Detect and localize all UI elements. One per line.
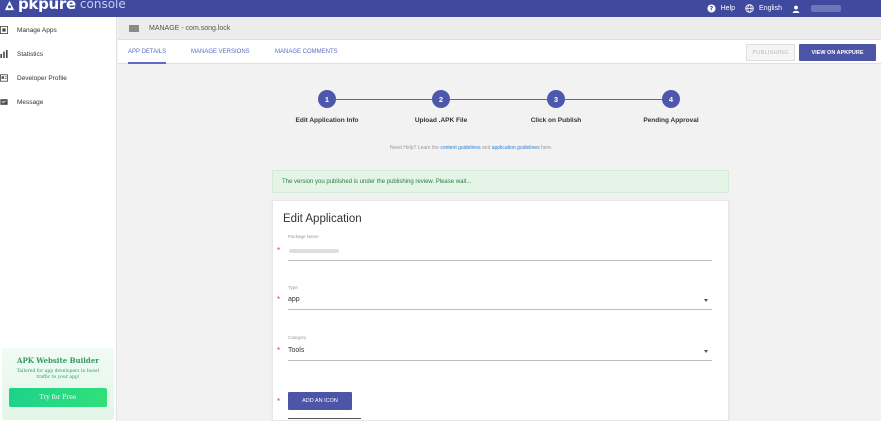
tab-manage-comments[interactable]: MANAGE COMMENTS	[275, 40, 338, 64]
help-suffix: here.	[539, 145, 553, 151]
required-marker: *	[277, 295, 281, 304]
profile-card-icon	[0, 74, 8, 82]
sidebar-item-label: Statistics	[17, 50, 44, 58]
user-name-redacted	[811, 5, 841, 12]
top-bar: pkpure console ? Help English	[0, 0, 881, 17]
app-icon-placeholder	[129, 24, 139, 32]
step-2-circle: 2	[432, 90, 450, 108]
user-icon	[792, 5, 800, 13]
application-guidelines-link[interactable]: application guidelines	[492, 145, 540, 151]
sidebar-item-manage-apps[interactable]: Manage Apps	[0, 18, 116, 42]
type-label: Type	[288, 285, 298, 290]
top-right-menu: ? Help English	[697, 0, 841, 17]
help-label: Help	[720, 5, 736, 12]
sidebar-item-label: Manage Apps	[17, 26, 57, 34]
sidebar-item-label: Message	[17, 98, 44, 106]
icon-field-underline	[288, 418, 361, 419]
logo-suffix: console	[79, 0, 126, 11]
help-mid: and	[480, 145, 492, 151]
chevron-down-icon[interactable]	[704, 299, 708, 302]
stepper-connector	[565, 99, 662, 100]
package-name-field[interactable]	[288, 260, 712, 261]
required-marker: *	[277, 346, 281, 355]
sidebar-item-message[interactable]: Message	[0, 90, 116, 114]
category-select-value[interactable]: Tools	[288, 347, 304, 354]
sidebar-item-label: Developer Profile	[17, 74, 67, 82]
step-4-label: Pending Approval	[643, 117, 699, 124]
sidebar-item-developer-profile[interactable]: Developer Profile	[0, 66, 116, 90]
step-3-label: Click on Publish	[530, 117, 582, 124]
content-guidelines-link[interactable]: content guidelines	[440, 145, 480, 151]
add-icon-button[interactable]: ADD AN ICON	[288, 392, 352, 410]
help-link[interactable]: ? Help	[707, 4, 735, 13]
stepper-connector	[336, 99, 432, 100]
user-menu[interactable]	[792, 5, 841, 13]
form-title: Edit Application	[283, 213, 362, 225]
tab-app-details[interactable]: APP DETAILS	[128, 40, 167, 64]
required-marker: *	[277, 397, 281, 406]
stepper-connector	[450, 99, 547, 100]
step-4-circle: 4	[662, 90, 680, 108]
website-builder-promo: APK Website Builder Tailored for app dev…	[2, 348, 114, 420]
help-text: Need Help? Learn the content guidelines …	[390, 145, 552, 151]
publishing-review-notice: The version you published is under the p…	[272, 170, 729, 193]
step-2-label: Upload .APK File	[414, 117, 468, 124]
logo[interactable]: pkpure console	[4, 0, 126, 13]
globe-icon	[745, 4, 754, 13]
category-select[interactable]	[288, 360, 712, 361]
manage-header: MANAGE - com.song.lock	[118, 17, 881, 40]
help-prefix: Need Help? Learn the	[390, 145, 441, 151]
help-icon: ?	[707, 4, 716, 13]
sidebar: Manage Apps Statistics Developer Profile…	[0, 17, 117, 421]
step-1-circle: 1	[318, 90, 336, 108]
apps-icon	[0, 26, 8, 34]
language-label: English	[759, 5, 782, 12]
logo-name: pkpure	[18, 0, 76, 13]
try-for-free-button[interactable]: Try for Free	[9, 387, 107, 407]
step-1-label: Edit Application Info	[295, 117, 359, 124]
svg-text:?: ?	[709, 6, 713, 13]
required-marker: *	[277, 246, 281, 255]
chevron-down-icon[interactable]	[704, 350, 708, 353]
manage-title: MANAGE - com.song.lock	[149, 24, 231, 32]
package-name-label: Package Name	[288, 234, 319, 239]
view-on-apkpure-button[interactable]: VIEW ON APKPURE	[799, 44, 876, 61]
step-3-circle: 3	[547, 90, 565, 108]
promo-subtitle: Tailored for app developers to boost tra…	[16, 369, 100, 381]
category-label: Category	[288, 335, 307, 340]
type-select-value[interactable]: app	[288, 296, 300, 303]
bar-chart-icon	[0, 50, 8, 58]
edit-application-card	[272, 200, 729, 421]
promo-title: APK Website Builder	[17, 356, 99, 365]
language-selector[interactable]: English	[745, 4, 782, 13]
message-icon	[0, 99, 8, 105]
sidebar-item-statistics[interactable]: Statistics	[0, 42, 116, 66]
package-name-value-redacted	[289, 249, 339, 253]
apkpure-logo-icon	[4, 0, 15, 11]
type-select[interactable]	[288, 309, 712, 310]
publishing-button[interactable]: PUBLISHING	[746, 44, 795, 61]
tab-manage-versions[interactable]: MANAGE VERSIONS	[191, 40, 250, 64]
